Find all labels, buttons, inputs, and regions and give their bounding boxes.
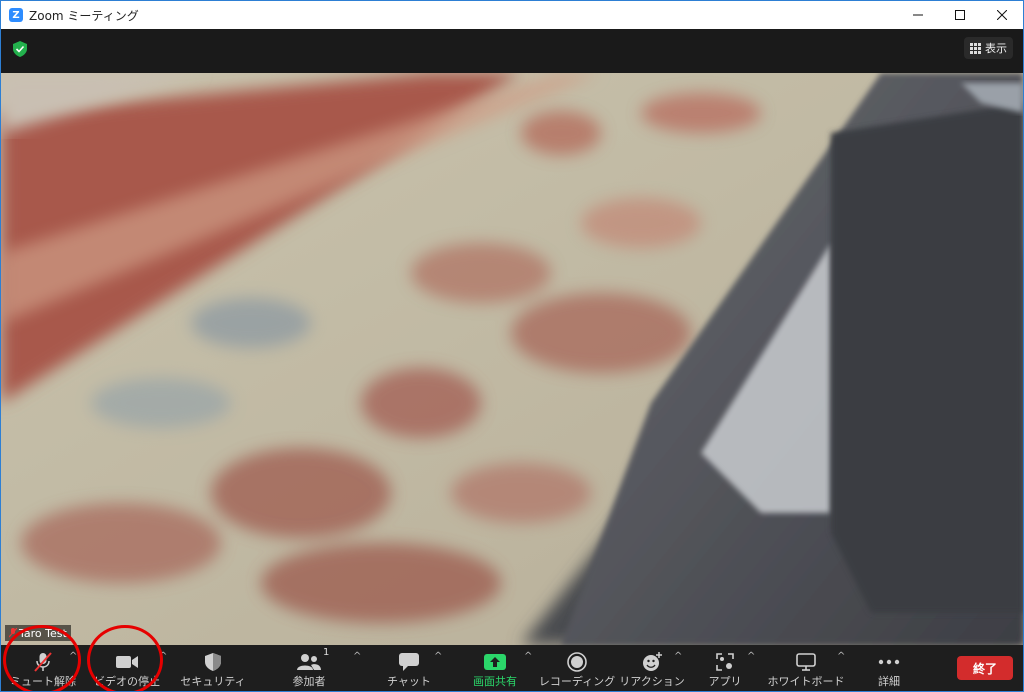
reactions-options-caret[interactable]: ^ — [674, 651, 682, 662]
grid-icon — [970, 42, 981, 54]
apps-label: アプリ — [708, 675, 742, 688]
unmute-label: ミュート解除 — [10, 675, 76, 688]
shield-icon — [204, 649, 222, 675]
close-icon — [997, 10, 1007, 20]
apps-button[interactable]: アプリ — [703, 645, 747, 691]
zoom-logo-icon: Z — [9, 8, 23, 22]
reaction-icon — [641, 649, 663, 675]
stop-video-label: ビデオの停止 — [94, 675, 160, 688]
share-screen-button[interactable]: 画面共有 — [465, 645, 525, 691]
apps-options-caret[interactable]: ^ — [747, 651, 755, 662]
window-title: Zoom ミーティング — [29, 8, 139, 23]
record-button[interactable]: レコーディング — [539, 645, 615, 691]
chat-button[interactable]: チャット — [381, 645, 437, 691]
participants-label: 参加者 — [292, 675, 326, 688]
participant-name: Taro Test — [19, 626, 67, 640]
participants-icon — [296, 649, 322, 675]
record-icon — [566, 649, 588, 675]
reactions-label: リアクション — [619, 675, 685, 688]
video-feed — [1, 73, 1023, 645]
view-button[interactable]: 表示 — [964, 37, 1013, 59]
end-meeting-button[interactable]: 終了 — [957, 656, 1013, 680]
window-controls — [897, 1, 1023, 29]
whiteboard-label: ホワイトボード — [767, 675, 845, 688]
whiteboard-options-caret[interactable]: ^ — [837, 651, 845, 662]
chat-icon — [398, 649, 420, 675]
share-screen-icon — [484, 649, 506, 675]
reactions-button[interactable]: リアクション — [619, 645, 685, 691]
camera-image — [1, 73, 1023, 645]
microphone-muted-icon — [32, 649, 54, 675]
view-label: 表示 — [985, 42, 1007, 55]
share-screen-label: 画面共有 — [473, 675, 517, 688]
record-label: レコーディング — [538, 675, 616, 688]
muted-mic-small-icon — [9, 628, 17, 638]
close-button[interactable] — [981, 1, 1023, 29]
participant-count: 1 — [323, 647, 330, 658]
whiteboard-icon — [795, 649, 817, 675]
minimize-button[interactable] — [897, 1, 939, 29]
meeting-toolbar: ミュート解除 ^ ビデオの停止 ^ セキュリティ 参加者 1 ^ チャット ^ … — [1, 645, 1023, 691]
audio-options-caret[interactable]: ^ — [69, 651, 77, 662]
video-camera-icon — [115, 649, 139, 675]
zoom-window: Z Zoom ミーティング 表示 Taro Test ミュート解除 ^ ビデオの… — [0, 0, 1024, 692]
more-icon — [878, 649, 900, 675]
maximize-button[interactable] — [939, 1, 981, 29]
security-label: セキュリティ — [180, 675, 246, 688]
maximize-icon — [955, 10, 965, 20]
share-options-caret[interactable]: ^ — [524, 651, 532, 662]
participants-options-caret[interactable]: ^ — [353, 651, 361, 662]
participant-name-tag: Taro Test — [5, 625, 71, 641]
chat-label: チャット — [387, 675, 431, 688]
more-label: 詳細 — [878, 675, 900, 688]
chat-options-caret[interactable]: ^ — [434, 651, 442, 662]
video-options-caret[interactable]: ^ — [159, 651, 167, 662]
security-button[interactable]: セキュリティ — [180, 645, 246, 691]
title-bar: Z Zoom ミーティング — [1, 1, 1023, 29]
minimize-icon — [913, 14, 923, 16]
encryption-shield-icon[interactable] — [13, 41, 27, 57]
more-button[interactable]: 詳細 — [863, 645, 915, 691]
whiteboard-button[interactable]: ホワイトボード — [767, 645, 845, 691]
apps-icon — [715, 649, 735, 675]
stop-video-button[interactable]: ビデオの停止 — [91, 645, 163, 691]
meeting-top-bar: 表示 — [1, 29, 1023, 73]
